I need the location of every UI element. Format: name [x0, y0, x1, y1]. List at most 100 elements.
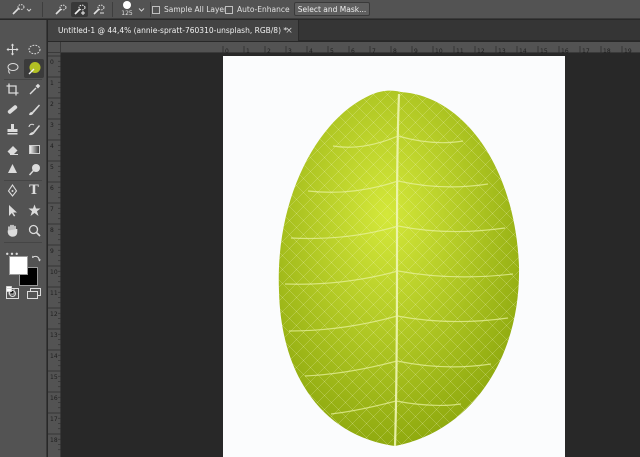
screen-mode-button[interactable] [24, 284, 44, 303]
auto-enhance-option[interactable]: Auto-Enhance [225, 0, 290, 19]
ruler-label: 15 [50, 374, 58, 381]
path-selection-tool[interactable] [2, 201, 22, 220]
document-tab-title: Untitled-1 @ 44,4% (annie-spratt-760310-… [58, 26, 288, 35]
quick-selection-new-icon [54, 4, 66, 15]
brush-icon [28, 104, 40, 116]
document-canvas[interactable] [223, 56, 565, 457]
move-icon [6, 43, 18, 56]
gradient-tool[interactable] [24, 140, 44, 159]
close-icon: × [285, 25, 293, 36]
path-selection-arrow-icon [8, 205, 17, 217]
hand-tool[interactable] [2, 221, 22, 240]
brush-size-value: 125 [121, 10, 133, 17]
blur-tool[interactable] [2, 160, 22, 179]
ruler-label: 13 [50, 332, 58, 339]
eraser-tool[interactable] [2, 140, 22, 159]
ruler-label: 18 [50, 437, 58, 444]
quick-selection-preset-icon [12, 3, 32, 15]
screen-mode-icon [27, 288, 41, 299]
ruler-label: 8 [50, 227, 54, 234]
pen-icon [7, 184, 17, 197]
sample-all-layers-label: Sample All Layers [164, 5, 232, 14]
ruler-label: 6 [50, 185, 54, 192]
options-separator [42, 2, 43, 17]
swap-colors-button[interactable] [32, 248, 41, 262]
ruler-label: 12 [50, 311, 58, 318]
close-tab-button[interactable]: × [282, 20, 296, 41]
move-tool[interactable] [2, 40, 22, 59]
ruler-label: 9 [50, 248, 54, 255]
options-bar: 125 Sample All Layers Auto-Enhance Selec… [0, 0, 640, 19]
brush-preview: 125 [119, 0, 135, 19]
ruler-label: 11 [50, 290, 58, 297]
eyedropper-tool[interactable] [24, 80, 44, 99]
auto-enhance-checkbox[interactable] [225, 5, 233, 14]
history-brush-tool[interactable] [24, 120, 44, 139]
crop-icon [6, 83, 18, 96]
swap-arrows-icon [32, 255, 41, 262]
bandage-icon [7, 105, 17, 114]
auto-enhance-label: Auto-Enhance [237, 5, 290, 14]
tools-panel: T ••• [0, 20, 47, 457]
ruler-label: 16 [50, 395, 58, 402]
crop-tool[interactable] [2, 80, 22, 99]
type-tool[interactable]: T [24, 181, 44, 200]
hand-icon [7, 224, 17, 237]
toolbar-separator [4, 242, 42, 243]
lasso-tool[interactable] [2, 59, 22, 78]
clone-stamp-tool[interactable] [2, 120, 22, 139]
dodge-icon [28, 164, 40, 176]
options-separator [112, 2, 113, 17]
ruler-label: 0 [50, 59, 54, 66]
stamp-icon [7, 124, 17, 135]
quick-selection-icon [28, 62, 41, 75]
ruler-label: 5 [50, 164, 54, 171]
blur-drop-icon [7, 164, 17, 173]
subtract-from-selection-button[interactable] [90, 2, 107, 17]
ruler-label: 17 [50, 416, 58, 423]
sample-all-layers-option[interactable]: Sample All Layers [152, 0, 231, 19]
ruler-label: 7 [50, 206, 54, 213]
options-separator [150, 2, 151, 17]
leaf-image [223, 56, 565, 457]
elliptical-marquee-tool[interactable] [24, 40, 44, 59]
horizontal-ruler[interactable]: 0 1 2 3 4 5 6 7 8 9 10 11 12 13 14 15 16 17 18 19 [61, 42, 640, 57]
gradient-icon [28, 145, 40, 154]
brush-dot-icon [123, 1, 131, 9]
zoom-tool[interactable] [24, 221, 44, 240]
spot-healing-brush-tool[interactable] [2, 100, 22, 119]
quick-selection-add-icon [73, 4, 85, 15]
ruler-label: 14 [50, 353, 58, 360]
quick-mask-button[interactable] [2, 284, 22, 303]
chevron-down-icon [138, 7, 145, 12]
eyedropper-icon [29, 83, 40, 95]
ruler-label: 3 [50, 122, 54, 129]
custom-shape-tool[interactable] [24, 201, 44, 220]
document-tab[interactable]: Untitled-1 @ 44,4% (annie-spratt-760310-… [48, 20, 299, 41]
select-and-mask-button[interactable]: Select and Mask... [294, 2, 370, 16]
custom-shape-icon [28, 204, 40, 216]
foreground-color-swatch[interactable] [9, 256, 28, 275]
dodge-tool[interactable] [24, 160, 44, 179]
ruler-origin[interactable] [48, 42, 61, 53]
brush-size-picker[interactable]: 125 [118, 0, 146, 19]
vertical-ruler[interactable]: 0 1 2 3 4 5 6 7 8 9 10 11 12 13 14 15 16 17 18 [48, 53, 61, 457]
brush-tool[interactable] [24, 100, 44, 119]
add-to-selection-button[interactable] [71, 2, 88, 17]
tool-preset-picker[interactable] [6, 0, 36, 19]
vertical-ruler-ticks: 0123456789101112131415161718 [48, 55, 61, 451]
quick-selection-subtract-icon [92, 4, 104, 15]
quick-selection-tool[interactable] [24, 59, 44, 78]
eraser-icon [7, 146, 18, 155]
ruler-label: 10 [50, 269, 58, 276]
elliptical-marquee-icon [28, 44, 40, 55]
new-selection-button[interactable] [52, 2, 69, 17]
quick-mask-icon [5, 288, 19, 299]
sample-all-layers-checkbox[interactable] [152, 5, 160, 14]
history-brush-icon [28, 123, 40, 136]
ruler-label: 1 [50, 80, 54, 87]
ruler-label: 2 [50, 101, 54, 108]
ruler-label: 4 [50, 143, 54, 150]
pen-tool[interactable] [2, 181, 22, 200]
document-tab-bar: Untitled-1 @ 44,4% (annie-spratt-760310-… [48, 20, 640, 41]
